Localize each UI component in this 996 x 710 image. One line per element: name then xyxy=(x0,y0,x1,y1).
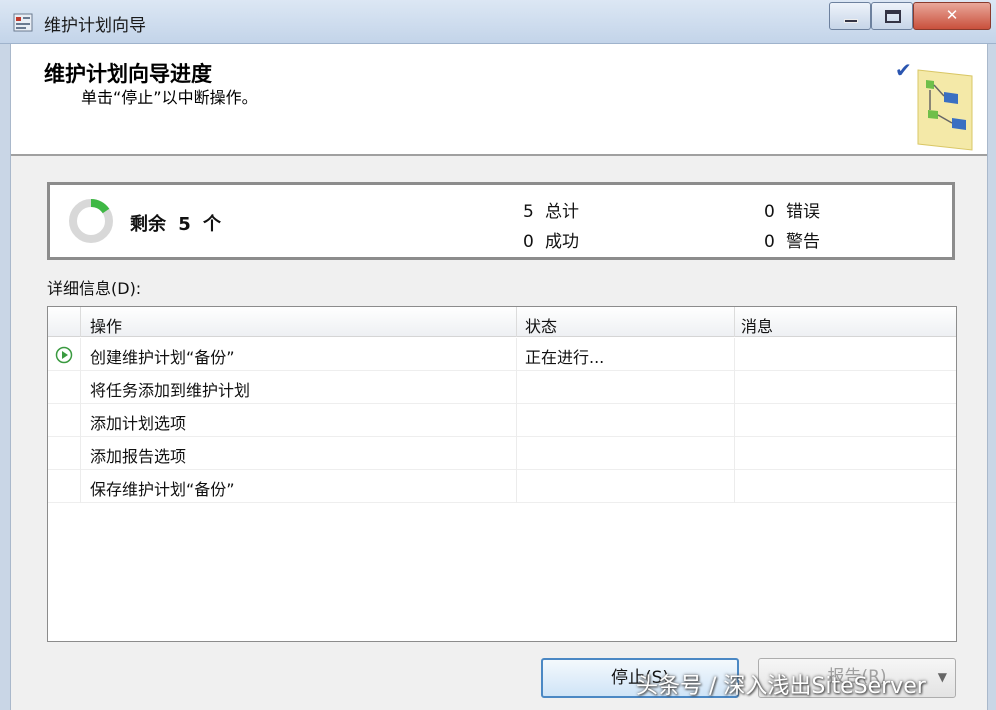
column-header-action[interactable]: 操作 xyxy=(90,313,122,337)
app-icon xyxy=(13,13,33,32)
details-grid[interactable]: 操作 状态 消息 创建维护计划“备份” 正在进行... 将任务添加到维护计划 添… xyxy=(47,306,957,642)
row-action: 添加报告选项 xyxy=(90,447,187,466)
window-title: 维护计划向导 xyxy=(44,16,146,36)
grid-header: 操作 状态 消息 xyxy=(48,307,956,337)
progress-summary: 剩余 5 个 5 总计 0 成功 0 错误 0 警告 xyxy=(47,182,955,260)
details-label: 详细信息(D): xyxy=(47,279,142,298)
checkmark-icon: ✔ xyxy=(895,58,912,82)
table-row[interactable]: 将任务添加到维护计划 xyxy=(48,371,956,404)
success-stat: 0 成功 xyxy=(523,232,579,252)
wizard-illustration-icon xyxy=(917,69,973,151)
column-header-message[interactable]: 消息 xyxy=(741,313,773,337)
minimize-button[interactable] xyxy=(829,2,871,30)
table-row[interactable]: 添加报告选项 xyxy=(48,437,956,470)
row-action: 创建维护计划“备份” xyxy=(90,348,235,367)
column-header-status[interactable]: 状态 xyxy=(525,313,557,337)
row-action: 保存维护计划“备份” xyxy=(90,480,235,499)
minimize-icon xyxy=(844,19,858,23)
wizard-header: 维护计划向导进度 单击“停止”以中断操作。 ✔ xyxy=(11,44,987,156)
close-button[interactable]: ✕ xyxy=(913,2,991,30)
close-icon: ✕ xyxy=(945,6,959,24)
remaining-count: 剩余 5 个 xyxy=(130,214,222,235)
row-action: 添加计划选项 xyxy=(90,414,187,433)
progress-spinner-icon xyxy=(69,198,113,243)
maximize-button[interactable] xyxy=(871,2,913,30)
table-row[interactable]: 保存维护计划“备份” xyxy=(48,470,956,503)
error-stat: 0 错误 xyxy=(764,202,820,222)
warning-stat: 0 警告 xyxy=(764,232,820,252)
total-stat: 5 总计 xyxy=(523,202,579,222)
table-row[interactable]: 创建维护计划“备份” 正在进行... xyxy=(48,338,956,371)
table-row[interactable]: 添加计划选项 xyxy=(48,404,956,437)
watermark: 头条号 / 深入浅出SiteServer xyxy=(636,674,926,699)
dialog-body: 维护计划向导进度 单击“停止”以中断操作。 ✔ 剩余 5 个 5 总计 0 成功 0… xyxy=(10,44,988,710)
title-bar[interactable]: 维护计划向导 ✕ xyxy=(0,0,996,44)
maximize-icon xyxy=(885,10,901,23)
page-subtitle: 单击“停止”以中断操作。 xyxy=(81,88,258,107)
row-action: 将任务添加到维护计划 xyxy=(90,381,251,400)
in-progress-icon xyxy=(55,346,73,364)
dropdown-arrow-icon[interactable]: ▼ xyxy=(938,659,947,695)
row-status: 正在进行... xyxy=(525,348,605,367)
